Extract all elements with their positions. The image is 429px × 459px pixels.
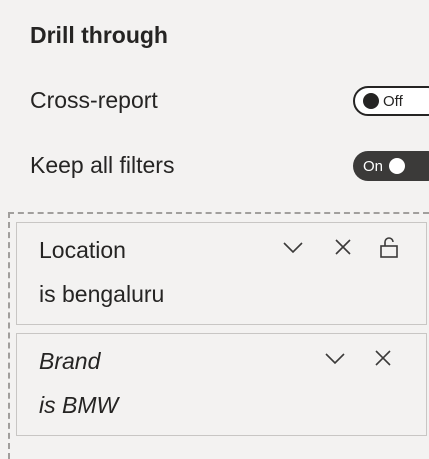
close-icon[interactable] [371,346,395,370]
filter-card-location[interactable]: Location is bengaluru [16,222,427,325]
toggle-state-label: Off [383,92,403,110]
filter-condition: is BMW [39,392,119,418]
filter-field-name: Location [39,237,126,263]
filter-field-name: Brand [39,348,101,374]
lock-icon[interactable] [377,235,401,259]
filter-condition: is bengaluru [39,281,165,307]
keep-all-filters-option: Keep all filters On [30,145,429,185]
keep-all-filters-toggle[interactable]: On [353,151,429,181]
section-title: Drill through [30,22,168,48]
keep-all-filters-label: Keep all filters [30,151,175,178]
cross-report-toggle[interactable]: Off [353,86,429,116]
chevron-down-icon[interactable] [281,235,305,259]
drill-through-pane: Drill through Cross-report Off Keep all … [0,0,429,459]
close-icon[interactable] [331,235,355,259]
cross-report-option: Cross-report Off [30,80,429,120]
cross-report-label: Cross-report [30,86,158,113]
toggle-knob [363,93,379,109]
toggle-knob [389,158,406,174]
toggle-state-label: On [363,157,384,175]
filter-card-brand[interactable]: Brand is BMW [16,333,427,436]
chevron-down-icon[interactable] [323,346,347,370]
